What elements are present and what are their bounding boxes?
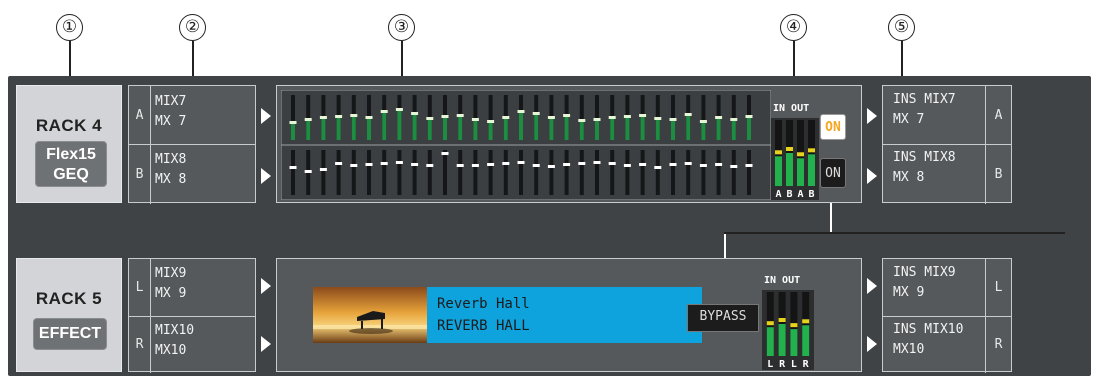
meter-channel-label: R [779,359,786,370]
rack4-geq-panel[interactable]: IN OUT ABAB ON ON [276,85,862,203]
rack4-selector[interactable]: RACK 4 Flex15 GEQ [16,85,122,203]
effect-type: REVERB HALL [437,318,530,334]
meter-channel-label: R [803,359,810,370]
rack4-type-line2: GEQ [53,166,89,183]
rack4-name: RACK 4 [35,116,103,135]
rack4-output-a-label[interactable]: INS MIX7 MX 7 [893,90,956,130]
rack5-output-l-line2: MX 9 [893,285,925,300]
piano-thumbnail-icon [313,287,427,343]
rack5-input-l-letter: L [129,259,151,316]
rack5-output-r-label[interactable]: INS MIX10 MX10 [893,320,963,360]
rack5-input-patch[interactable]: L MIX9 MX 9 R MIX10 MX10 [128,258,256,373]
meter-level [786,153,793,186]
rack4-input-a-line2: MX 7 [155,114,187,129]
rack5-effect-panel[interactable]: Reverb Hall REVERB HALL BYPASS IN OUT LR… [276,258,862,372]
rack4-output-patch[interactable]: INS MIX7 MX 7 A INS MIX8 MX 8 B [882,85,1012,204]
rack4-on-button-a[interactable]: ON [820,114,846,140]
rack5-meter-header: IN OUT [764,275,801,286]
rack4-io-meter: ABAB [771,118,819,200]
rack4-type-button[interactable]: Flex15 GEQ [35,141,107,187]
meter-level [808,154,815,186]
meter-level [790,329,798,356]
meter-peak [786,147,793,151]
rack5-input-r-arrow [261,336,271,352]
rack5-input-r-line1: MIX10 [155,323,195,338]
rack5-output-r-arrow [867,336,877,352]
rack4-output-a-arrow [867,108,877,124]
rack5-type-button[interactable]: EFFECT [33,318,107,350]
callout-5: ⑤ [888,14,915,41]
meter-channel-label: B [808,189,814,200]
rack5-output-r-line2: MX10 [893,342,925,357]
rack5-input-r-label[interactable]: MIX10 MX10 [155,321,194,361]
meter-channel-label: L [767,359,773,370]
meter-peak [802,319,810,324]
rack4-input-patch[interactable]: A MIX7 MX 7 B MIX8 MX 8 [128,85,256,204]
rack5-io-meter: LRLR [762,290,814,370]
leader-line-6 [724,232,1065,234]
rack4-on-button-b[interactable]: ON [820,158,846,188]
meter-peak [797,152,804,157]
effect-name-display[interactable]: Reverb Hall REVERB HALL [427,287,702,343]
rack4-input-a-arrow [261,108,271,124]
meter-level [766,327,774,356]
rack5-output-l-line1: INS MIX9 [893,265,956,280]
rack4-input-b-line2: MX 8 [155,172,187,187]
callout-4: ④ [780,14,807,41]
rack4-input-a-label[interactable]: MIX7 MX 7 [155,92,186,132]
rack4-output-a-line2: MX 7 [893,112,925,127]
geq-fader-bank[interactable] [281,90,771,200]
rack4-output-b-letter: B [985,145,1011,204]
rack4-output-b-line2: MX 8 [893,170,925,185]
rack5-input-l-label[interactable]: MIX9 MX 9 [155,264,186,304]
rack5-output-r-letter: R [985,316,1011,373]
rack5-output-l-letter: L [985,259,1011,316]
rack4-input-b-line1: MIX8 [155,152,187,167]
rack4-type-line1: Flex15 [46,146,96,163]
meter-channel-label: A [775,189,781,200]
callout-2: ② [179,14,206,41]
meter-level [797,158,804,186]
rack5-output-patch[interactable]: INS MIX9 MX 9 L INS MIX10 MX10 R [882,258,1012,373]
rack5-input-l-line1: MIX9 [155,266,187,281]
rack4-output-b-label[interactable]: INS MIX8 MX 8 [893,148,956,188]
rack5-output-r-line1: INS MIX10 [893,322,964,337]
meter-level [778,324,786,356]
callout-3: ③ [388,14,415,41]
rack4-output-a-line1: INS MIX7 [893,92,956,107]
rack4-meter-header: IN OUT [773,103,810,114]
rack4-input-b-arrow [261,168,271,184]
rack4-input-b-label[interactable]: MIX8 MX 8 [155,150,186,190]
callout-1: ① [56,14,83,41]
rack4-output-a-letter: A [985,86,1011,145]
meter-level [775,156,782,186]
meter-channel-label: L [791,359,797,370]
bypass-button[interactable]: BYPASS [687,304,759,332]
rack5-input-r-line2: MX10 [155,343,187,358]
rack5-selector[interactable]: RACK 5 EFFECT [16,258,122,372]
rack5-output-l-arrow [867,278,877,294]
rack4-input-b-letter: B [129,145,151,204]
rack5-input-l-arrow [261,278,271,294]
meter-channel-label: A [797,189,803,200]
meter-peak [790,323,798,328]
rack5-name: RACK 5 [35,289,103,308]
rack5-input-r-letter: R [129,316,151,373]
meter-level [802,325,810,356]
meter-peak [775,150,782,155]
rack4-output-b-arrow [867,168,877,184]
rack4-input-a-letter: A [129,86,151,145]
meter-channel-label: B [786,189,792,200]
rack4-input-a-line1: MIX7 [155,94,187,109]
meter-peak [778,318,786,322]
rack5-input-l-line2: MX 9 [155,286,187,301]
meter-peak [808,148,815,153]
effect-title: Reverb Hall [437,296,530,312]
callout6-link-vertical [830,203,832,234]
meter-peak [766,321,774,326]
rack4-output-b-line1: INS MIX8 [893,150,956,165]
rack5-output-l-label[interactable]: INS MIX9 MX 9 [893,263,956,303]
